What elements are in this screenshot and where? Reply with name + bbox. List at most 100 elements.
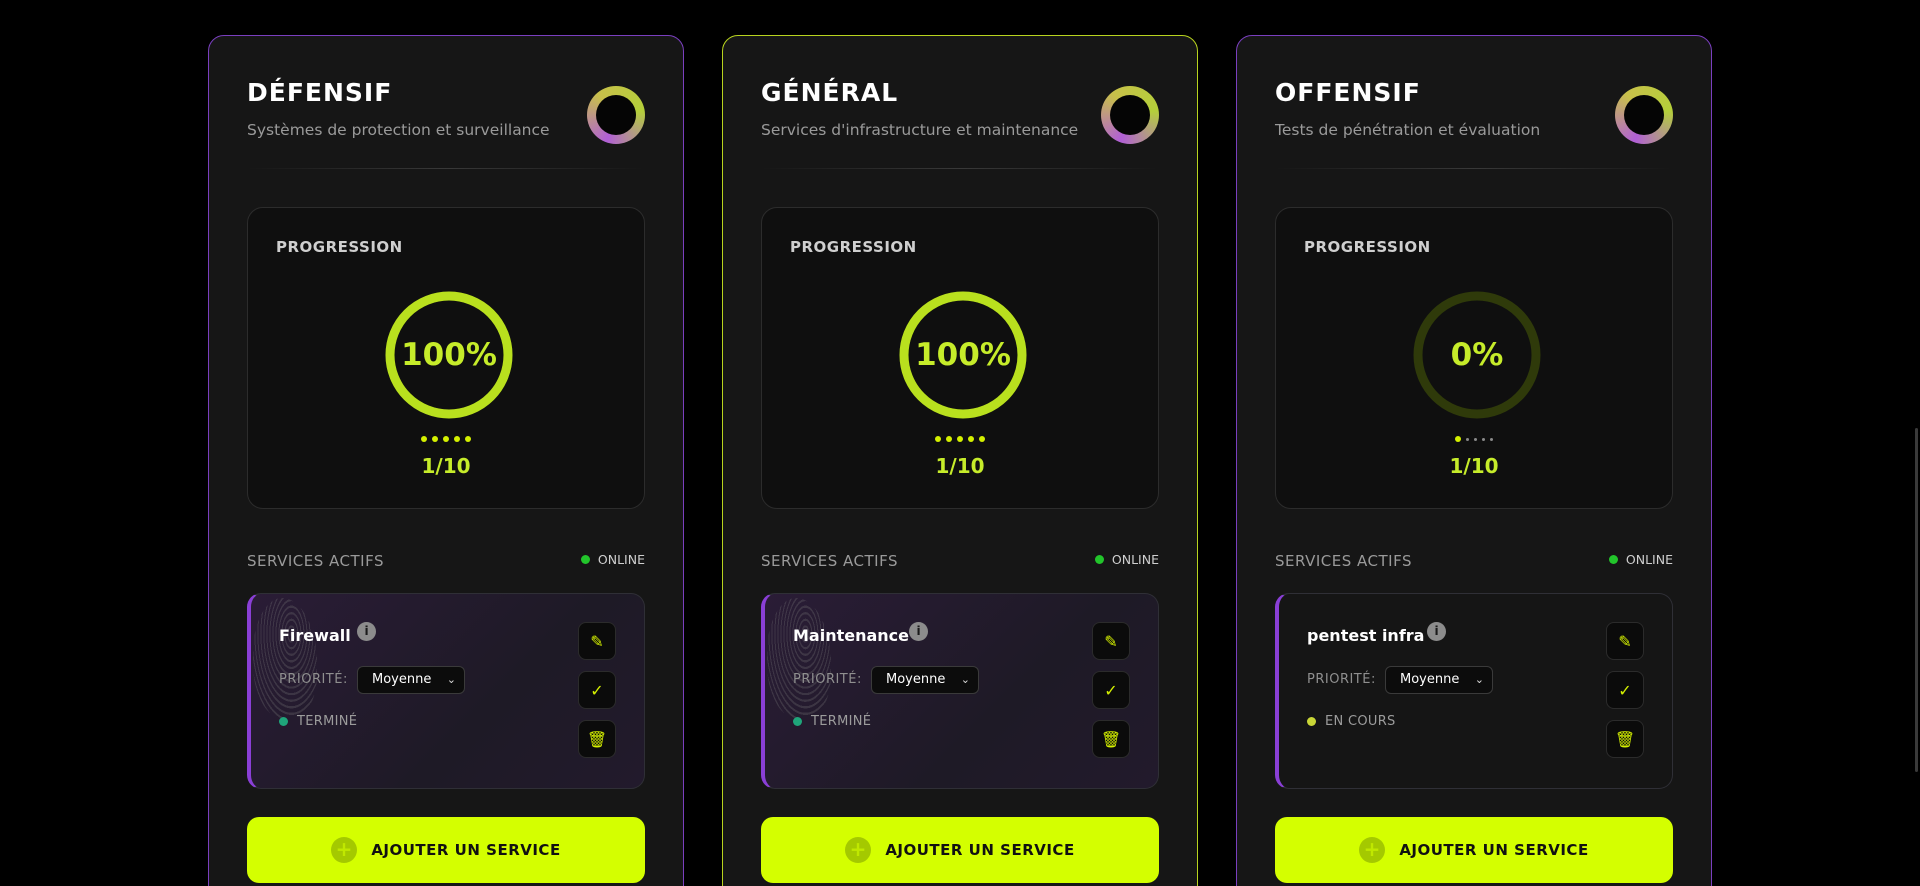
progress-dots <box>248 436 644 442</box>
card-general: GÉNÉRAL Services d'infrastructure et mai… <box>722 35 1198 886</box>
progress-dot <box>979 436 985 442</box>
trash-icon: 🗑 <box>1100 729 1122 749</box>
services-header: SERVICES ACTIFS ONLINE <box>761 551 1159 571</box>
progress-panel: PROGRESSION 100% 1/10 <box>247 207 645 509</box>
online-indicator: ONLINE <box>580 552 645 567</box>
service-item: pentest infra i PRIORITÉ: Moyenne ⌄ EN CO… <box>1275 593 1673 789</box>
priority-value: Moyenne <box>1400 672 1460 687</box>
complete-button[interactable]: ✓ <box>1606 671 1644 709</box>
edit-button[interactable]: ✎ <box>1092 622 1130 660</box>
progress-percent: 100% <box>915 337 1011 373</box>
add-service-label: AJOUTER UN SERVICE <box>1399 841 1589 859</box>
status-label: TERMINÉ <box>811 714 872 729</box>
progress-panel: PROGRESSION 0% 1/10 <box>1275 207 1673 509</box>
progress-dots <box>1276 436 1672 442</box>
progress-dots <box>762 436 1158 442</box>
progress-dot <box>968 436 974 442</box>
services-header: SERVICES ACTIFS ONLINE <box>1275 551 1673 571</box>
card-subtitle: Services d'infrastructure et maintenance <box>761 121 1079 139</box>
services-label: SERVICES ACTIFS <box>1275 552 1412 570</box>
category-ring-icon <box>1101 86 1159 144</box>
service-status: TERMINÉ <box>793 714 871 729</box>
priority-select[interactable]: Moyenne ⌄ <box>871 666 979 694</box>
chevron-down-icon: ⌄ <box>446 673 456 686</box>
delete-button[interactable]: 🗑 <box>1606 720 1644 758</box>
card-header: DÉFENSIF Systèmes de protection et surve… <box>247 78 645 162</box>
online-dot-icon <box>1094 555 1104 564</box>
add-service-button[interactable]: + AJOUTER UN SERVICE <box>1275 817 1673 883</box>
progress-dot <box>465 436 471 442</box>
progress-dot <box>432 436 438 442</box>
pencil-icon: ✎ <box>590 631 604 651</box>
add-service-label: AJOUTER UN SERVICE <box>371 841 561 859</box>
progress-dot <box>1490 437 1493 441</box>
trash-icon: 🗑 <box>586 729 608 749</box>
fingerprint-icon <box>767 598 831 718</box>
progress-percent: 100% <box>401 337 497 373</box>
status-label: EN COURS <box>1325 714 1396 729</box>
progress-panel: PROGRESSION 100% 1/10 <box>761 207 1159 509</box>
header-divider <box>1275 168 1673 169</box>
progress-label: PROGRESSION <box>1304 238 1431 256</box>
add-service-button[interactable]: + AJOUTER UN SERVICE <box>247 817 645 883</box>
online-indicator: ONLINE <box>1094 552 1159 567</box>
status-label: TERMINÉ <box>297 714 358 729</box>
edit-button[interactable]: ✎ <box>1606 622 1644 660</box>
progress-dot <box>946 436 952 442</box>
priority-value: Moyenne <box>372 672 432 687</box>
progress-dot <box>935 436 941 442</box>
services-label: SERVICES ACTIFS <box>761 552 898 570</box>
add-service-button[interactable]: + AJOUTER UN SERVICE <box>761 817 1159 883</box>
card-title: GÉNÉRAL <box>761 78 899 107</box>
pencil-icon: ✎ <box>1618 631 1632 651</box>
service-status: EN COURS <box>1307 714 1396 729</box>
progress-count: 1/10 <box>1449 454 1499 478</box>
online-label: ONLINE <box>1625 552 1673 567</box>
card-offensif: OFFENSIF Tests de pénétration et évaluat… <box>1236 35 1712 886</box>
header-divider <box>761 168 1159 169</box>
delete-button[interactable]: 🗑 <box>1092 720 1130 758</box>
status-dot-icon <box>1307 717 1316 726</box>
pencil-icon: ✎ <box>1104 631 1118 651</box>
service-name: Firewall <box>279 626 351 645</box>
online-label: ONLINE <box>1111 552 1159 567</box>
priority-select[interactable]: Moyenne ⌄ <box>1385 666 1493 694</box>
progress-dot <box>957 436 963 442</box>
service-item: Firewall i PRIORITÉ: Moyenne ⌄ TERMINÉ ✎ … <box>247 593 645 789</box>
service-status: TERMINÉ <box>279 714 357 729</box>
category-columns: DÉFENSIF Systèmes de protection et surve… <box>208 35 1713 886</box>
check-icon: ✓ <box>1618 680 1632 700</box>
fingerprint-icon <box>253 598 317 718</box>
online-dot-icon <box>580 555 590 564</box>
progress-dot <box>443 436 449 442</box>
complete-button[interactable]: ✓ <box>1092 671 1130 709</box>
service-name: pentest infra <box>1307 626 1425 645</box>
category-ring-icon <box>1615 86 1673 144</box>
chevron-down-icon: ⌄ <box>1474 673 1484 686</box>
card-title: DÉFENSIF <box>247 78 393 107</box>
online-dot-icon <box>1608 555 1618 564</box>
services-label: SERVICES ACTIFS <box>247 552 384 570</box>
progress-dot <box>1455 436 1461 442</box>
category-ring-icon <box>587 86 645 144</box>
page-scrollbar[interactable] <box>1915 428 1918 772</box>
plus-icon: + <box>845 837 872 863</box>
info-icon[interactable]: i <box>909 622 928 641</box>
card-header: OFFENSIF Tests de pénétration et évaluat… <box>1275 78 1673 162</box>
priority-select[interactable]: Moyenne ⌄ <box>357 666 465 694</box>
info-icon[interactable]: i <box>1427 622 1446 641</box>
add-service-label: AJOUTER UN SERVICE <box>885 841 1075 859</box>
check-icon: ✓ <box>1104 680 1118 700</box>
complete-button[interactable]: ✓ <box>578 671 616 709</box>
info-icon[interactable]: i <box>357 622 376 641</box>
priority-label: PRIORITÉ: <box>793 672 862 687</box>
status-dot-icon <box>793 717 802 726</box>
services-header: SERVICES ACTIFS ONLINE <box>247 551 645 571</box>
card-subtitle: Systèmes de protection et surveillance <box>247 121 550 139</box>
delete-button[interactable]: 🗑 <box>578 720 616 758</box>
edit-button[interactable]: ✎ <box>578 622 616 660</box>
header-divider <box>247 168 645 169</box>
card-subtitle: Tests de pénétration et évaluation <box>1275 121 1541 139</box>
priority-label: PRIORITÉ: <box>1307 672 1376 687</box>
progress-percent: 0% <box>1450 337 1504 373</box>
